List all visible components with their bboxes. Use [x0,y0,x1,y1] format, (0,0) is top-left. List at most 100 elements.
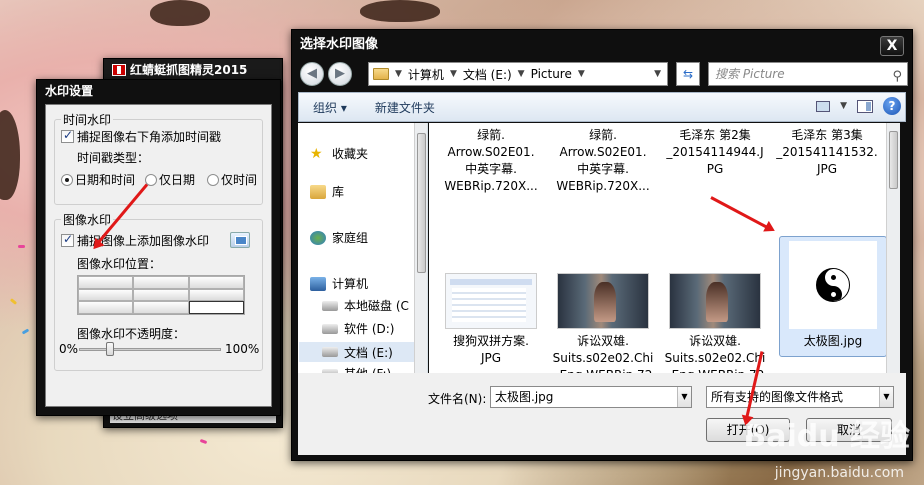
opacity-slider-thumb[interactable] [106,342,115,356]
file-name: 绿箭. Arrow.S02E01. 中英字幕. WEBRip.720X... [444,128,538,193]
add-image-watermark-check[interactable] [61,232,74,247]
watermark-dialog-title: 水印设置 [45,84,94,98]
change-view-icon[interactable] [816,100,831,112]
file-thumbnail [445,273,537,329]
chocolate-drip [150,0,210,26]
position-middle-left[interactable] [78,288,134,302]
yin-yang-icon [816,268,850,302]
radio-date-time-label: 日期和时间 [75,173,136,187]
radio-time-only-label: 仅时间 [221,173,258,187]
sprinkle [18,245,25,248]
file-scrollbar[interactable] [886,123,900,373]
nav-drive-c-label: 本地磁盘 (C [344,299,409,313]
forward-button[interactable]: ▶ [328,62,352,86]
opacity-slider[interactable] [79,342,221,356]
app-logo-icon [112,64,126,76]
filetype-value: 所有支持的图像文件格式 [711,390,844,404]
filetype-select[interactable]: 所有支持的图像文件格式 ▼ [706,386,894,408]
nav-drive-c[interactable]: 本地磁盘 (C [322,297,409,314]
position-bottom-center[interactable] [133,301,189,314]
preview-pane-icon[interactable] [857,99,873,113]
choose-image-button[interactable] [230,232,250,248]
nav-computer[interactable]: 计算机 [310,275,368,292]
file-item[interactable]: 诉讼双雄. Suits.s02e02.Chi _Eng.WEBRip.72 0X… [661,273,769,373]
nav-scrollbar-thumb[interactable] [417,133,426,273]
position-top-left[interactable] [78,276,134,289]
file-item-selected[interactable]: 太极图.jpg [779,236,887,357]
nav-favorites[interactable]: ★ 收藏夹 [310,145,368,162]
radio-date-only[interactable]: 仅日期 [145,171,195,188]
filename-input[interactable]: 太极图.jpg ▼ [490,386,692,408]
chevron-down-icon[interactable]: ▼ [518,69,525,79]
file-thumbnail [789,241,877,329]
watermark-dialog-body: 时间水印 捕捉图像右下角添加时间戳 时间戳类型： 日期和时间 仅日期 仅时间 图… [45,104,272,407]
nav-drive-d[interactable]: 软件 (D:) [322,320,394,337]
file-item[interactable]: 毛泽东 第3集 _201541141532. JPG [773,127,881,178]
chevron-down-icon[interactable]: ▼ [578,69,585,79]
nav-libraries[interactable]: 库 [310,183,344,200]
file-item[interactable]: 毛泽东 第2集 _20154114944.J PG [661,127,769,178]
position-middle-center[interactable] [133,288,189,302]
address-row: ◀ ▶ ▼ 计算机 ▼ 文档 (E:) ▼ Picture ▼ ▼ ⇆ 搜索 P… [298,60,908,88]
radio-time-only-dot[interactable] [207,174,219,186]
search-placeholder: 搜索 Picture [715,67,785,81]
file-item[interactable]: 绿箭. Arrow.S02E01. 中英字幕. WEBRip.720X... [437,127,545,195]
file-thumbnail [669,273,761,329]
address-history-icon[interactable]: ▼ [654,69,661,79]
chevron-down-icon[interactable]: ▼ [879,387,893,407]
homegroup-icon [310,230,326,245]
file-name: 搜狗双拼方案. JPG [453,334,529,365]
position-top-right[interactable] [188,276,244,289]
image-watermark-group: 图像水印 捕捉图像上添加图像水印 图像水印位置： 图像水印不透明度： 0% [54,211,263,371]
search-icon[interactable]: ⚲ [892,66,902,88]
drive-icon [322,347,338,357]
file-scrollbar-thumb[interactable] [889,131,898,189]
close-button[interactable]: X [880,36,904,56]
position-top-center[interactable] [133,276,189,289]
help-icon[interactable]: ? [883,97,901,115]
file-item[interactable]: 绿箭. Arrow.S02E01. 中英字幕. WEBRip.720X... [549,127,657,195]
library-icon [310,184,326,199]
watermark-position-grid [77,275,245,315]
add-timestamp-checkbox[interactable]: 捕捉图像右下角添加时间戳 [61,128,221,145]
nav-scrollbar[interactable] [414,123,427,373]
chevron-down-icon[interactable]: ▼ [677,387,691,407]
organize-button[interactable]: 组织 ▾ [299,99,361,116]
position-bottom-left[interactable] [78,301,134,314]
new-folder-button[interactable]: 新建文件夹 [361,99,449,116]
app-title-bar: 红蜻蜓抓图精灵2015 [104,59,282,81]
file-item[interactable]: 搜狗双拼方案. JPG [437,273,545,367]
drive-icon [322,300,338,311]
breadcrumb-drive-e[interactable]: 文档 (E:) [463,66,512,83]
breadcrumb-computer[interactable]: 计算机 [408,66,444,83]
position-bottom-right[interactable] [188,301,244,314]
add-image-watermark-checkbox[interactable]: 捕捉图像上添加图像水印 [61,232,209,249]
chevron-down-icon[interactable]: ▼ [395,69,402,79]
nav-favorites-label: 收藏夹 [332,147,369,161]
add-timestamp-check[interactable] [61,128,74,143]
back-button[interactable]: ◀ [300,62,324,86]
radio-date-time-dot[interactable] [61,174,73,186]
nav-homegroup[interactable]: 家庭组 [310,229,368,246]
file-dialog-title: 选择水印图像 [300,37,379,52]
file-item[interactable]: 诉讼双雄. Suits.s02e02.Chi _Eng.WEBRip.72 0X… [549,273,657,373]
sprinkle [21,328,30,335]
nav-drive-e-label: 文档 (E:) [344,345,393,360]
command-toolbar: 组织 ▾ 新建文件夹 ▼ ? [298,92,906,122]
chevron-down-icon[interactable]: ▼ [840,101,847,111]
address-bar[interactable]: ▼ 计算机 ▼ 文档 (E:) ▼ Picture ▼ ▼ [368,62,668,86]
search-input[interactable]: 搜索 Picture ⚲ [708,62,908,86]
radio-date-time[interactable]: 日期和时间 [61,171,135,188]
nav-libraries-label: 库 [332,185,345,199]
refresh-button[interactable]: ⇆ [676,62,700,86]
nav-drive-e[interactable]: 文档 (E:) [299,342,425,362]
nav-drive-f[interactable]: 其他 (F:) [322,365,391,373]
radio-date-only-label: 仅日期 [159,173,196,187]
nav-drive-f-label: 其他 (F:) [344,365,391,373]
radio-time-only[interactable]: 仅时间 [207,171,257,188]
opacity-max-label: 100% [225,342,260,356]
chevron-down-icon[interactable]: ▼ [450,69,457,79]
breadcrumb-picture[interactable]: Picture [531,67,572,81]
position-middle-right[interactable] [188,288,244,302]
time-watermark-group-title: 时间水印 [61,111,114,128]
